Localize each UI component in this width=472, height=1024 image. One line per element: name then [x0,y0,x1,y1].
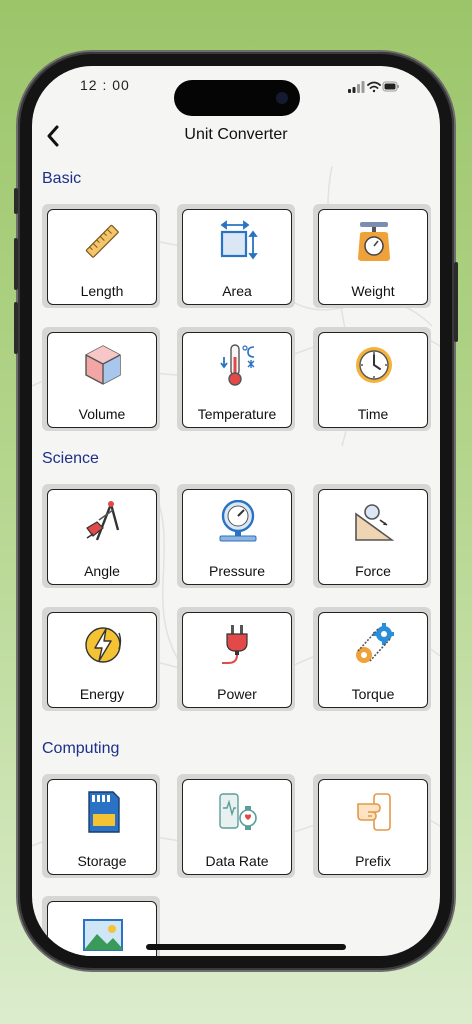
tile-label: Prefix [355,853,391,869]
mute-switch [14,188,18,214]
data-rate-icon [218,790,258,834]
ruler-icon [83,220,123,264]
tile-shadow: Length [42,204,160,308]
volume-up-button [14,238,18,290]
plug-icon [218,623,258,667]
hand-icon [354,790,394,834]
tile-shadow: Prefix [313,774,431,878]
scale-icon [354,220,394,264]
image-icon [83,912,123,956]
clock-icon [354,343,394,387]
converter-tile-pressure[interactable]: Pressure [182,489,292,585]
tile-shadow: Weight [313,204,431,308]
status-bar: 12 : 00 [32,66,440,116]
converter-tile-temperature[interactable]: Temperature [182,332,292,428]
tile-label: Area [222,283,252,299]
status-time: 12 : 00 [80,77,130,93]
app-screen: 12 : 00 Unit Converter Basic Length Area… [32,66,440,956]
tile-label: Power [217,686,257,702]
app-bar: Unit Converter [32,122,440,152]
tile-shadow: Storage [42,774,160,878]
converter-tile-torque[interactable]: Torque [318,612,428,708]
page-title: Unit Converter [184,126,288,143]
converter-tile-length[interactable]: Length [47,209,157,305]
tile-label: Volume [78,406,126,422]
tile-label: Temperature [197,406,277,422]
converter-tile-weight[interactable]: Weight [318,209,428,305]
wifi-icon [367,81,381,93]
tile-shadow: Angle [42,484,160,588]
converter-tile-data-rate[interactable]: Data Rate [182,779,292,875]
tile-label: Torque [351,686,395,702]
tile-label: Force [355,563,391,579]
power-button [454,262,458,342]
converter-tile-power[interactable]: Power [182,612,292,708]
tile-label: Weight [351,283,395,299]
tile-label: Length [80,283,124,299]
tile-shadow [42,896,160,956]
incline-icon [354,500,395,544]
tile-shadow: Torque [313,607,431,711]
tile-label: Storage [77,853,127,869]
dynamic-island [174,80,300,116]
sd-card-icon [83,790,123,834]
section-title-computing: Computing [42,740,120,757]
thermometer-icon [218,343,258,387]
signal-icon [348,81,365,93]
tile-label: Angle [84,563,120,579]
converter-tile-energy[interactable]: Energy [47,612,157,708]
battery-icon [382,81,399,92]
converter-tile-time[interactable]: Time [318,332,428,428]
gear-chain-icon [354,623,395,667]
tile-shadow: Pressure [177,484,295,588]
tile-shadow: Volume [42,327,160,431]
tile-shadow: Force [313,484,431,588]
converter-tile-area[interactable]: Area [182,209,292,305]
converter-tile-force[interactable]: Force [318,489,428,585]
tile-label: Data Rate [205,853,269,869]
converter-tile-image[interactable] [47,901,157,956]
cube-icon [83,343,123,387]
protractor-icon [83,500,123,544]
tile-shadow: Energy [42,607,160,711]
tile-shadow: Power [177,607,295,711]
tile-shadow: Data Rate [177,774,295,878]
gauge-icon [218,499,258,544]
home-indicator [146,944,346,950]
lightning-icon [83,623,123,667]
front-camera [276,92,288,104]
converter-tile-storage[interactable]: Storage [47,779,157,875]
area-icon [218,220,258,264]
tile-label: Time [357,406,389,422]
section-title-basic: Basic [42,170,82,187]
converter-tile-volume[interactable]: Volume [47,332,157,428]
tile-shadow: Temperature [177,327,295,431]
converter-tile-angle[interactable]: Angle [47,489,157,585]
volume-down-button [14,302,18,354]
tile-shadow: Area [177,204,295,308]
tile-label: Energy [79,686,125,702]
status-icons [348,81,399,93]
tile-label: Pressure [208,563,266,579]
converter-tile-prefix[interactable]: Prefix [318,779,428,875]
section-title-science: Science [42,450,99,467]
tile-shadow: Time [313,327,431,431]
